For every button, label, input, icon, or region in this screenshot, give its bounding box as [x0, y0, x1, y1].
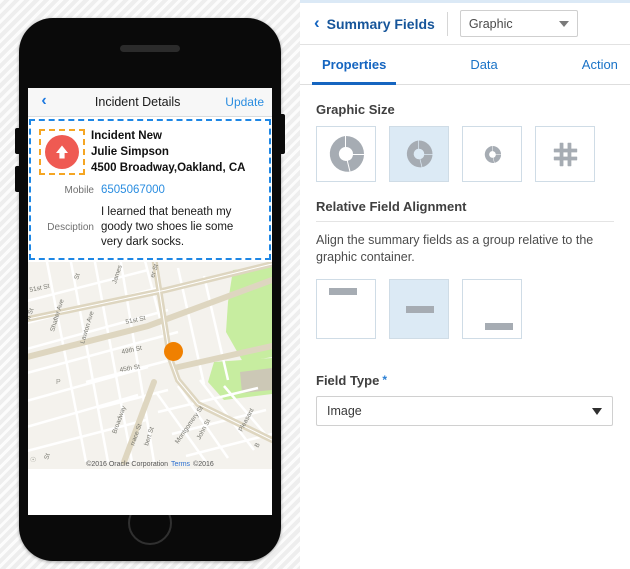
- graphic-size-small-option[interactable]: [462, 126, 522, 182]
- mobile-nav-bar: ‹ Incident Details Update: [28, 88, 272, 117]
- graphic-size-large-option[interactable]: [316, 126, 376, 182]
- svg-text:P: P: [56, 379, 61, 386]
- summary-line-2: Julie Simpson: [91, 146, 169, 158]
- field-type-label-text: Field Type: [316, 373, 380, 388]
- up-arrow-avatar-icon: [45, 135, 79, 169]
- app-root: ‹ Incident Details Update Incident New J…: [0, 0, 630, 569]
- panel-header: ‹ Summary Fields Graphic: [300, 3, 630, 45]
- tab-data[interactable]: Data: [454, 45, 513, 84]
- field-type-select[interactable]: Image: [316, 396, 613, 426]
- graphic-size-title: Graphic Size: [316, 102, 395, 117]
- tab-properties[interactable]: Properties: [306, 45, 402, 85]
- phone-volume-down-button: [15, 166, 20, 192]
- summary-line-3: 4500 Broadway,Oakland, CA: [91, 162, 246, 174]
- required-asterisk: *: [382, 373, 387, 387]
- chevron-left-icon[interactable]: ‹: [314, 14, 320, 33]
- card-header-lines: Incident New Julie Simpson 4500 Broadway…: [91, 127, 265, 176]
- tab-properties-label: Properties: [322, 57, 387, 72]
- graphic-size-none-option[interactable]: [535, 126, 595, 182]
- panel-tabs: Properties Data Action: [300, 45, 630, 85]
- align-middle-icon: [406, 306, 434, 313]
- update-button[interactable]: Update: [225, 95, 272, 109]
- field-row-description: Desciption I learned that beneath my goo…: [35, 205, 265, 250]
- map-credit-text-2: ©2016: [193, 461, 214, 468]
- donut-medium-icon: [404, 139, 434, 169]
- align-bottom-icon: [485, 323, 513, 330]
- donut-small-icon: [483, 145, 502, 164]
- panel-title: Summary Fields: [326, 15, 435, 32]
- header-divider: [446, 11, 448, 36]
- component-select[interactable]: Graphic: [459, 10, 578, 37]
- align-bottom-option[interactable]: [462, 279, 522, 339]
- chevron-down-icon: [558, 20, 569, 27]
- location-marker-icon: [164, 342, 183, 361]
- alignment-description: Align the summary fields as a group rela…: [316, 233, 594, 264]
- field-row-mobile: Mobile 6505067000: [35, 183, 265, 198]
- field-label-description: Desciption: [47, 222, 94, 233]
- map-attribution: ©2016 Oracle Corporation Terms ©2016: [28, 461, 272, 468]
- alignment-options: [316, 279, 614, 339]
- hash-grid-icon: [552, 141, 579, 168]
- align-top-option[interactable]: [316, 279, 376, 339]
- tab-action[interactable]: Action: [566, 45, 630, 84]
- graphic-placeholder-selection[interactable]: [39, 129, 85, 175]
- summary-line-1: Incident New: [91, 130, 162, 142]
- field-label-mobile: Mobile: [64, 185, 94, 196]
- phone-speaker: [120, 45, 180, 52]
- properties-panel: ‹ Summary Fields Graphic Properties Data…: [300, 0, 630, 569]
- field-type-label: Field Type *: [316, 373, 614, 388]
- align-top-icon: [329, 288, 357, 295]
- align-middle-option[interactable]: [389, 279, 449, 339]
- page-title: Incident Details: [94, 95, 181, 109]
- phone-volume-up-button: [15, 128, 20, 154]
- alignment-title: Relative Field Alignment: [316, 199, 614, 222]
- graphic-size-options: [316, 126, 614, 182]
- panel-body: Graphic Size Relative Field Alignment Al…: [300, 102, 630, 426]
- phone-power-button: [280, 114, 285, 154]
- map-credit-text: ©2016 Oracle Corporation: [86, 461, 168, 468]
- phone-mockup: ‹ Incident Details Update Incident New J…: [15, 18, 285, 561]
- preview-canvas: ‹ Incident Details Update Incident New J…: [0, 0, 300, 569]
- tab-data-label: Data: [470, 57, 498, 72]
- map-preview[interactable]: 51st St 51st St 49th St 45th St Shafter …: [28, 262, 272, 469]
- chevron-down-icon: [592, 407, 602, 415]
- summary-fields-card[interactable]: Incident New Julie Simpson 4500 Broadway…: [29, 119, 271, 260]
- donut-large-icon: [326, 134, 366, 174]
- field-value-description: I learned that beneath my goody two shoe…: [101, 206, 234, 248]
- component-select-value: Graphic: [468, 16, 513, 31]
- card-header: Incident New Julie Simpson 4500 Broadway…: [35, 127, 265, 176]
- graphic-size-medium-option[interactable]: [389, 126, 449, 182]
- map-terms-link[interactable]: Terms: [171, 461, 190, 468]
- field-type-value: Image: [327, 404, 362, 418]
- field-value-mobile[interactable]: 6505067000: [101, 183, 165, 198]
- tab-action-label: Action: [581, 57, 618, 72]
- phone-screen: ‹ Incident Details Update Incident New J…: [28, 88, 272, 515]
